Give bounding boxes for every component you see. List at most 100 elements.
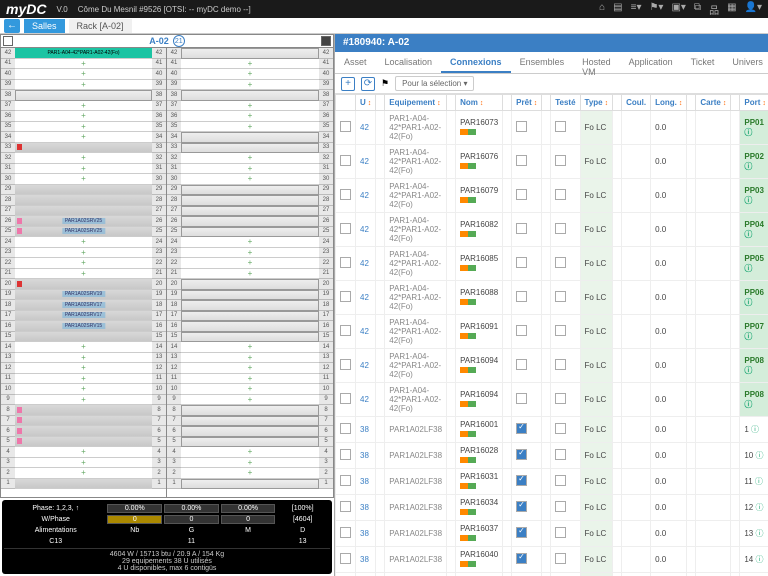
- u-cell[interactable]: 42: [356, 247, 376, 281]
- table-row[interactable]: 42PAR1-A04-42*PAR1-A02-42(Fo)PAR16094Fo …: [336, 383, 768, 417]
- rack-slot-42[interactable]: [181, 48, 319, 59]
- rack-slot-21[interactable]: [15, 269, 152, 280]
- row-checkbox[interactable]: [340, 325, 351, 336]
- table-row[interactable]: 42PAR1-A04-42*PAR1-A02-42(Fo)PAR16079Fo …: [336, 179, 768, 213]
- row-checkbox[interactable]: [340, 121, 351, 132]
- copy-icon[interactable]: ⧉: [694, 2, 701, 17]
- u-cell[interactable]: 38: [356, 495, 376, 521]
- rack-slot-6[interactable]: [181, 426, 319, 437]
- rack-slot-31[interactable]: [15, 164, 152, 175]
- rack-slot-38[interactable]: [15, 90, 152, 101]
- rack-slot-16[interactable]: [181, 321, 319, 332]
- teste-checkbox[interactable]: [555, 155, 566, 166]
- rack-slot-14[interactable]: [181, 342, 319, 353]
- rack-slot-8[interactable]: [15, 405, 152, 416]
- rack-slot-34[interactable]: [15, 132, 152, 143]
- u-cell[interactable]: 42: [356, 383, 376, 417]
- rack-slot-10[interactable]: [181, 384, 319, 395]
- table-row[interactable]: 38PAR1A02LF38PAR16040Fo LC0.014 ⓘ: [336, 547, 768, 573]
- col-header[interactable]: Type↕: [580, 95, 613, 111]
- pret-checkbox[interactable]: [516, 189, 527, 200]
- col-header[interactable]: Prêt↕: [512, 95, 542, 111]
- rack-slot-26[interactable]: [181, 216, 319, 227]
- tab-application[interactable]: Application: [620, 52, 682, 73]
- col-header[interactable]: [542, 95, 551, 111]
- tab-localisation[interactable]: Localisation: [376, 52, 442, 73]
- rack-slot-11[interactable]: [15, 374, 152, 385]
- pret-checkbox[interactable]: [516, 359, 527, 370]
- u-cell[interactable]: 38: [356, 469, 376, 495]
- box-icon[interactable]: ▣▾: [671, 2, 685, 17]
- rack-rear-toggle[interactable]: [321, 36, 331, 46]
- col-header[interactable]: Port↕: [740, 95, 768, 111]
- row-checkbox[interactable]: [340, 449, 351, 460]
- rack-slot-22[interactable]: [15, 258, 152, 269]
- rack-slot-24[interactable]: [181, 237, 319, 248]
- col-header[interactable]: [731, 95, 740, 111]
- rack-slot-21[interactable]: [181, 269, 319, 280]
- rack-slot-23[interactable]: [15, 248, 152, 259]
- tab-connexions[interactable]: Connexions: [441, 52, 511, 73]
- teste-checkbox[interactable]: [555, 449, 566, 460]
- rack-slot-35[interactable]: [15, 122, 152, 133]
- teste-checkbox[interactable]: [555, 325, 566, 336]
- pret-checkbox[interactable]: [516, 155, 527, 166]
- user-icon[interactable]: 👤▾: [745, 2, 762, 17]
- rack-slot-12[interactable]: [15, 363, 152, 374]
- u-cell[interactable]: 42: [356, 179, 376, 213]
- col-header[interactable]: [613, 95, 622, 111]
- u-cell[interactable]: 42: [356, 213, 376, 247]
- connections-grid[interactable]: U↕Equipement↕Nom↕Prêt↕TestéType↕Coul.Lon…: [335, 94, 768, 576]
- u-cell[interactable]: 38: [356, 547, 376, 573]
- selection-dropdown[interactable]: Pour la sélection ▾: [395, 76, 474, 91]
- rack-slot-4[interactable]: [181, 447, 319, 458]
- table-row[interactable]: 42PAR1-A04-42*PAR1-A02-42(Fo)PAR16091Fo …: [336, 315, 768, 349]
- row-checkbox[interactable]: [340, 189, 351, 200]
- table-row[interactable]: 42PAR1-A04-42*PAR1-A02-42(Fo)PAR16088Fo …: [336, 281, 768, 315]
- col-header[interactable]: [503, 95, 512, 111]
- rack-slot-39[interactable]: [15, 80, 152, 91]
- add-button[interactable]: +: [341, 77, 355, 91]
- row-checkbox[interactable]: [340, 257, 351, 268]
- u-cell[interactable]: 42: [356, 145, 376, 179]
- teste-checkbox[interactable]: [555, 423, 566, 434]
- row-checkbox[interactable]: [340, 423, 351, 434]
- rack-slot-19[interactable]: [181, 290, 319, 301]
- teste-checkbox[interactable]: [555, 393, 566, 404]
- rack-slot-2[interactable]: [181, 468, 319, 479]
- pret-checkbox[interactable]: [516, 553, 527, 564]
- rack-slot-24[interactable]: [15, 237, 152, 248]
- rack-slot-10[interactable]: [15, 384, 152, 395]
- table-row[interactable]: 42PAR1-A04-42*PAR1-A02-42(Fo)PAR16082Fo …: [336, 213, 768, 247]
- rack-slot-41[interactable]: [15, 59, 152, 70]
- rack-slot-26[interactable]: PAR1A02SRV25: [15, 216, 152, 227]
- col-header[interactable]: Testé: [551, 95, 580, 111]
- teste-checkbox[interactable]: [555, 291, 566, 302]
- u-cell[interactable]: 42: [356, 315, 376, 349]
- teste-checkbox[interactable]: [555, 553, 566, 564]
- u-cell[interactable]: 38: [356, 573, 376, 576]
- row-checkbox[interactable]: [340, 501, 351, 512]
- rack-slot-36[interactable]: [15, 111, 152, 122]
- crumb-rack[interactable]: Rack [A-02]: [69, 19, 132, 33]
- rack-slot-30[interactable]: [15, 174, 152, 185]
- rack-slot-7[interactable]: [181, 416, 319, 427]
- teste-checkbox[interactable]: [555, 189, 566, 200]
- rack-slot-41[interactable]: [181, 59, 319, 70]
- rack-slot-22[interactable]: [181, 258, 319, 269]
- rack-slot-8[interactable]: [181, 405, 319, 416]
- rack-slot-17[interactable]: PAR1A02SRV17: [15, 311, 152, 322]
- table-row[interactable]: 38PAR1A02LF38PAR16034Fo LC0.012 ⓘ: [336, 495, 768, 521]
- rack-slot-32[interactable]: [181, 153, 319, 164]
- pret-checkbox[interactable]: [516, 121, 527, 132]
- rack-slot-29[interactable]: [181, 185, 319, 196]
- pret-checkbox[interactable]: [516, 423, 527, 434]
- table-row[interactable]: 42PAR1-A04-42*PAR1-A02-42(Fo)PAR16073Fo …: [336, 111, 768, 145]
- home-icon[interactable]: ⌂: [599, 2, 605, 17]
- x-icon[interactable]: ▦: [727, 2, 736, 17]
- teste-checkbox[interactable]: [555, 359, 566, 370]
- teste-checkbox[interactable]: [555, 501, 566, 512]
- table-row[interactable]: 38PAR1A02LF38PAR16043Fo LC0.015 ⓘ: [336, 573, 768, 576]
- rack-slot-13[interactable]: [181, 353, 319, 364]
- doc-icon[interactable]: ▤: [613, 2, 622, 17]
